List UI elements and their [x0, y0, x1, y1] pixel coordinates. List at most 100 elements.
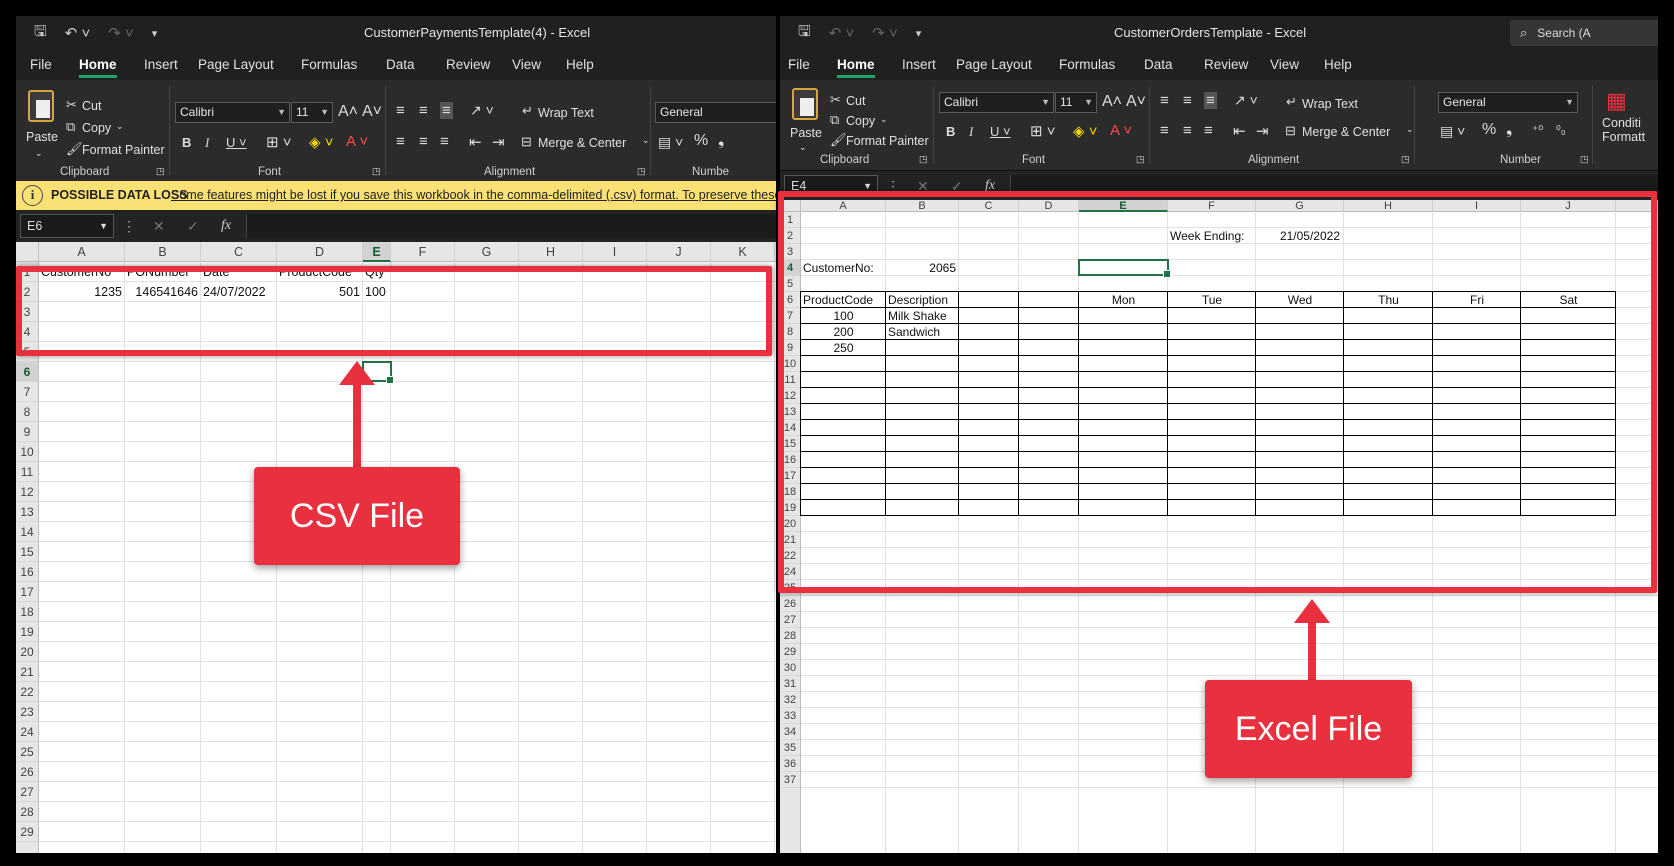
- column-header-c[interactable]: C: [201, 242, 277, 262]
- dialog-launcher-icon[interactable]: ◳: [1401, 154, 1410, 165]
- menu-view[interactable]: View: [1270, 50, 1299, 80]
- chevron-down-icon[interactable]: ⌄: [880, 114, 888, 125]
- menu-formulas[interactable]: Formulas: [301, 50, 357, 80]
- enter-icon[interactable]: ✓: [187, 210, 199, 242]
- dialog-launcher-icon[interactable]: ◳: [1580, 154, 1589, 165]
- row-header-25[interactable]: 25: [16, 742, 38, 762]
- font-size-box[interactable]: 11 ▼: [1055, 92, 1097, 113]
- format-painter-button[interactable]: Format Painter: [82, 143, 165, 157]
- comma-icon[interactable]: ❟: [718, 132, 724, 150]
- row-header-22[interactable]: 22: [16, 682, 38, 702]
- align-right-icon[interactable]: ≡: [440, 133, 449, 150]
- dialog-launcher-icon[interactable]: ◳: [1136, 154, 1145, 165]
- menu-help[interactable]: Help: [566, 50, 594, 80]
- row-header-6[interactable]: 6: [16, 362, 38, 382]
- font-name-box[interactable]: Calibri ▼: [939, 92, 1054, 113]
- align-left-icon[interactable]: ≡: [1160, 122, 1169, 139]
- chevron-down-icon[interactable]: ⌄: [35, 148, 43, 159]
- customize-toolbar-icon[interactable]: ▾: [916, 27, 922, 40]
- row-header-29[interactable]: 29: [780, 644, 800, 660]
- redo-icon[interactable]: ↷ ˅: [108, 24, 134, 42]
- customize-toolbar-icon[interactable]: ▾: [152, 27, 158, 40]
- menu-insert[interactable]: Insert: [902, 50, 936, 80]
- row-header-10[interactable]: 10: [16, 442, 38, 462]
- row-header-32[interactable]: 32: [780, 692, 800, 708]
- row-header-8[interactable]: 8: [16, 402, 38, 422]
- wrap-text-icon[interactable]: ↵: [1286, 94, 1297, 110]
- wrap-text-icon[interactable]: ↵: [522, 103, 533, 119]
- menu-insert[interactable]: Insert: [144, 50, 178, 80]
- menu-review[interactable]: Review: [1204, 50, 1248, 80]
- menu-home[interactable]: Home: [837, 50, 875, 80]
- row-header-31[interactable]: 31: [780, 676, 800, 692]
- bold-icon[interactable]: B: [946, 124, 955, 139]
- merge-icon[interactable]: ⊟: [521, 134, 532, 150]
- copy-icon[interactable]: ⧉: [830, 112, 839, 128]
- row-header-35[interactable]: 35: [780, 740, 800, 756]
- column-header-d[interactable]: D: [277, 242, 363, 262]
- font-color-icon[interactable]: A ˅: [346, 133, 368, 150]
- row-header-9[interactable]: 9: [16, 422, 38, 442]
- chevron-down-icon[interactable]: ⌄: [642, 135, 650, 146]
- merge-icon[interactable]: ⊟: [1285, 123, 1296, 139]
- menu-review[interactable]: Review: [446, 50, 490, 80]
- scissors-icon[interactable]: ✂: [66, 97, 77, 113]
- row-header-20[interactable]: 20: [16, 642, 38, 662]
- align-bottom-icon[interactable]: ≡: [440, 102, 453, 119]
- dialog-launcher-icon[interactable]: ◳: [637, 166, 646, 177]
- format-painter-button[interactable]: Format Painter: [846, 134, 929, 148]
- row-header-26[interactable]: 26: [16, 762, 38, 782]
- align-center-icon[interactable]: ≡: [419, 133, 428, 150]
- formula-input[interactable]: [246, 214, 776, 238]
- comma-icon[interactable]: ❟: [1506, 121, 1512, 139]
- font-size-box[interactable]: 11 ▼: [291, 102, 333, 123]
- decrease-decimal-icon[interactable]: ⁰₀: [1556, 123, 1566, 137]
- row-header-27[interactable]: 27: [16, 782, 38, 802]
- column-header-e[interactable]: E: [363, 242, 391, 262]
- column-header-j[interactable]: J: [647, 242, 711, 262]
- increase-decimal-icon[interactable]: ⁺⁰: [1532, 123, 1543, 137]
- cut-button[interactable]: Cut: [82, 99, 101, 113]
- menu-help[interactable]: Help: [1324, 50, 1352, 80]
- format-painter-icon[interactable]: 🖌: [66, 141, 83, 157]
- merge-center-button[interactable]: Merge & Center: [1302, 125, 1390, 139]
- increase-font-icon[interactable]: A˄: [338, 103, 358, 121]
- column-header-a[interactable]: A: [39, 242, 125, 262]
- menu-page-layout[interactable]: Page Layout: [956, 50, 1032, 80]
- message-link[interactable]: Some features might be lost if you save …: [171, 188, 776, 202]
- currency-icon[interactable]: ▤ ˅: [658, 134, 683, 151]
- orientation-icon[interactable]: ↗ ˅: [470, 102, 494, 119]
- italic-icon[interactable]: I: [969, 124, 973, 140]
- column-header-k[interactable]: K: [711, 242, 775, 262]
- row-header-28[interactable]: 28: [780, 628, 800, 644]
- row-header-18[interactable]: 18: [16, 602, 38, 622]
- menu-data[interactable]: Data: [386, 50, 415, 80]
- font-name-box[interactable]: Calibri ▼: [175, 102, 290, 123]
- name-box[interactable]: E6 ▼: [20, 214, 114, 238]
- underline-icon[interactable]: U ˅: [990, 124, 1011, 139]
- row-header-14[interactable]: 14: [16, 522, 38, 542]
- select-all-corner[interactable]: [16, 242, 39, 262]
- wrap-text-button[interactable]: Wrap Text: [538, 106, 594, 120]
- search-box[interactable]: ⌕ Search (A: [1510, 20, 1658, 46]
- row-header-7[interactable]: 7: [16, 382, 38, 402]
- bold-icon[interactable]: B: [182, 135, 191, 150]
- row-header-34[interactable]: 34: [780, 724, 800, 740]
- paste-button[interactable]: Paste: [790, 126, 822, 140]
- increase-font-icon[interactable]: A˄: [1102, 93, 1122, 111]
- row-header-27[interactable]: 27: [780, 612, 800, 628]
- save-icon[interactable]: 🖫: [34, 21, 47, 46]
- row-header-37[interactable]: 37: [780, 772, 800, 788]
- row-header-33[interactable]: 33: [780, 708, 800, 724]
- number-format-box[interactable]: General: [655, 102, 776, 123]
- align-center-icon[interactable]: ≡: [1183, 122, 1192, 139]
- row-header-16[interactable]: 16: [16, 562, 38, 582]
- dialog-launcher-icon[interactable]: ◳: [156, 166, 165, 177]
- paste-button[interactable]: Paste: [26, 130, 58, 144]
- column-header-b[interactable]: B: [125, 242, 201, 262]
- align-middle-icon[interactable]: ≡: [419, 102, 428, 119]
- menu-data[interactable]: Data: [1144, 50, 1173, 80]
- align-right-icon[interactable]: ≡: [1204, 122, 1213, 139]
- function-icon[interactable]: fx: [221, 210, 231, 242]
- column-header-f[interactable]: F: [391, 242, 455, 262]
